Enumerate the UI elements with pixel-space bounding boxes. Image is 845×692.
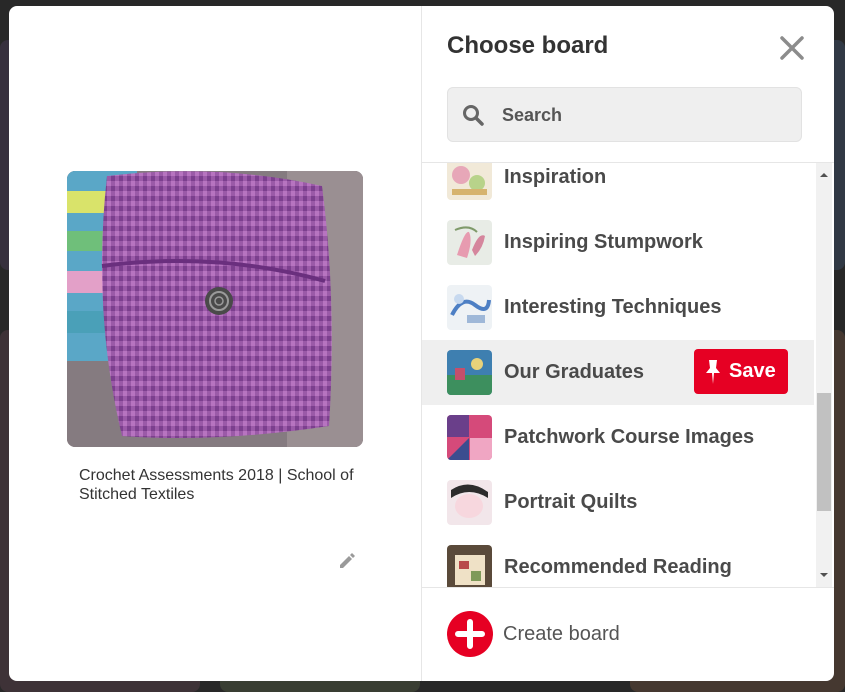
board-row-portrait-quilts[interactable]: Portrait Quilts — [422, 470, 814, 535]
pin-image — [67, 171, 363, 447]
search-icon — [462, 104, 484, 126]
search-input[interactable] — [500, 88, 794, 143]
plus-icon — [447, 611, 493, 657]
scrollbar-thumb[interactable] — [817, 393, 831, 511]
board-thumbnail — [447, 350, 492, 395]
pencil-icon[interactable] — [337, 550, 357, 570]
scrollbar[interactable] — [816, 163, 832, 587]
board-picker-pane: Choose board Inspiration — [422, 6, 834, 681]
footer-divider — [422, 587, 834, 588]
board-name: Our Graduates — [504, 361, 645, 383]
board-row-inspiring-stumpwork[interactable]: Inspiring Stumpwork — [422, 210, 814, 275]
save-button-label: Save — [729, 360, 776, 382]
save-button[interactable]: Save — [694, 349, 788, 394]
board-name: Patchwork Course Images — [504, 426, 755, 448]
pin-icon — [706, 360, 720, 384]
board-thumbnail — [447, 480, 492, 525]
board-name: Interesting Techniques — [504, 296, 722, 318]
search-box — [447, 87, 802, 143]
pin-description: Crochet Assessments 2018 | School of Sti… — [79, 467, 354, 503]
board-row-inspiration[interactable]: Inspiration — [422, 163, 814, 210]
board-name: Portrait Quilts — [504, 491, 638, 513]
board-thumbnail — [447, 415, 492, 460]
pin-preview-pane: Crochet Assessments 2018 | School of Sti… — [9, 6, 421, 681]
board-name: Inspiration — [504, 166, 607, 188]
board-thumbnail — [447, 285, 492, 330]
choose-board-dialog: Crochet Assessments 2018 | School of Sti… — [9, 6, 834, 681]
board-thumbnail — [447, 163, 492, 200]
board-row-patchwork-course-images[interactable]: Patchwork Course Images — [422, 405, 814, 470]
board-row-recommended-reading[interactable]: Recommended Reading — [422, 535, 814, 587]
board-row-our-graduates[interactable]: Our Graduates Save — [422, 340, 814, 405]
create-board-label: Create board — [503, 623, 620, 645]
board-row-interesting-techniques[interactable]: Interesting Techniques — [422, 275, 814, 340]
scroll-down-arrow-icon[interactable] — [816, 567, 832, 583]
dialog-title: Choose board — [447, 32, 609, 59]
create-board-button[interactable]: Create board — [447, 611, 707, 657]
board-list: Inspiration Inspiring Stumpwork Interest… — [422, 163, 814, 587]
board-name: Recommended Reading — [504, 556, 732, 578]
scroll-up-arrow-icon[interactable] — [816, 167, 832, 183]
board-name: Inspiring Stumpwork — [504, 231, 703, 253]
close-icon[interactable] — [778, 34, 806, 62]
board-thumbnail — [447, 545, 492, 587]
board-thumbnail — [447, 220, 492, 265]
